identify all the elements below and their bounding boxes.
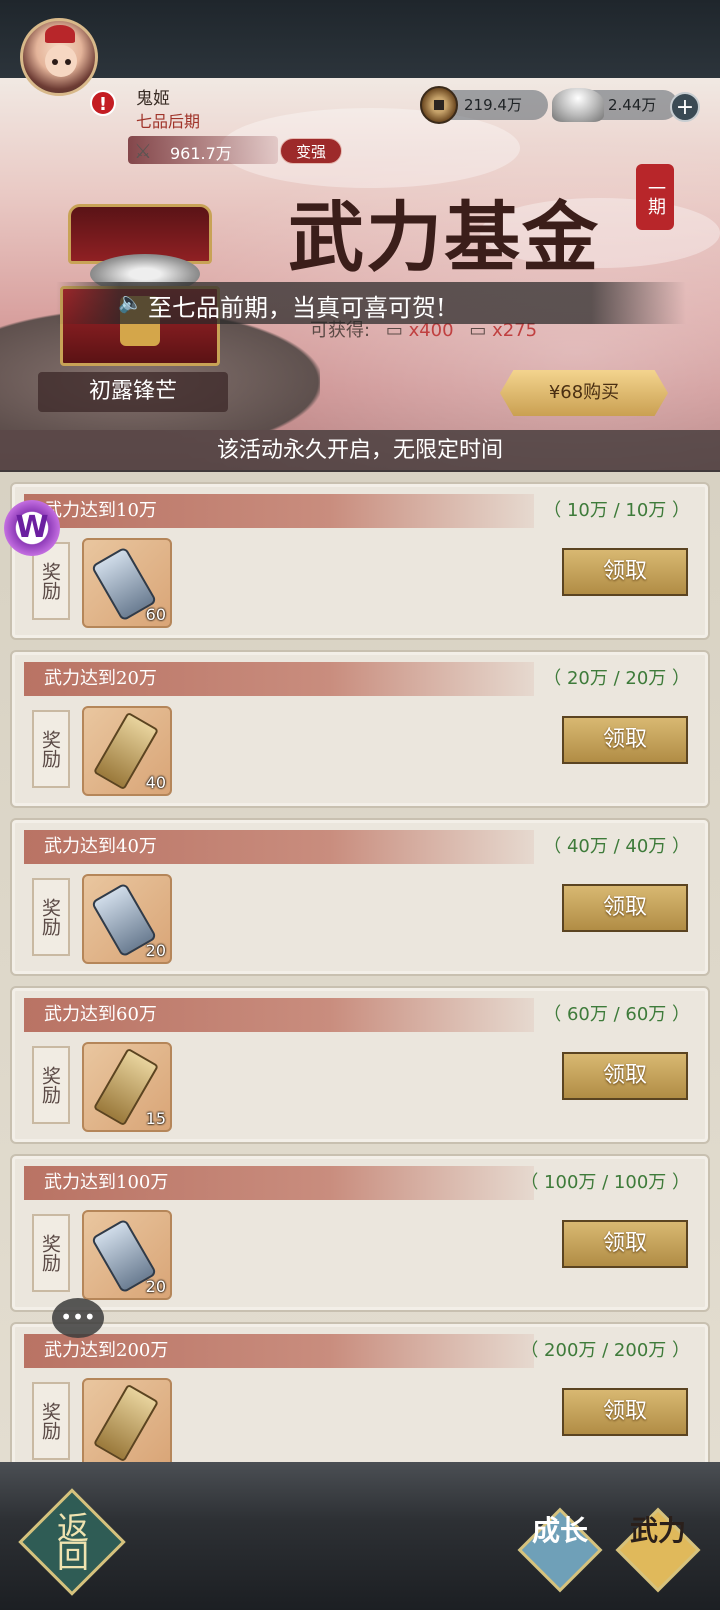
reward-card: 武力达到60万 （ 60万 / 60万 ） 奖励 15 领取 [10, 986, 710, 1144]
progress-text: （ 200万 / 200万 ） [520, 1340, 690, 1361]
progress-text: （ 10万 / 10万 ） [543, 500, 690, 521]
item-count: 60 [145, 605, 166, 624]
gold-scroll-icon [92, 1383, 160, 1462]
period-seal: 一期 [636, 164, 674, 230]
reward-card: 武力达到40万 （ 40万 / 40万 ） 奖励 20 领取 [10, 818, 710, 976]
reward-item[interactable]: 40 [82, 706, 172, 796]
marquee-text: 至七品前期，当真可喜可贺! [148, 294, 446, 322]
coin-amount: 219.4万 [464, 96, 522, 114]
strengthen-button[interactable]: 变强 [280, 138, 342, 164]
plus-icon[interactable]: + [670, 92, 700, 122]
silver-ingot-icon [552, 88, 604, 122]
condition-label: 武力达到10万 [24, 494, 534, 528]
condition-label: 武力达到40万 [24, 830, 534, 864]
condition-label: 武力达到60万 [24, 998, 534, 1032]
reward-item[interactable]: 20 [82, 874, 172, 964]
item-count: 15 [145, 1109, 166, 1128]
condition-label: 武力达到200万 [24, 1334, 534, 1368]
reward-card: 武力达到10万 （ 10万 / 10万 ） 奖励 60 领取 [10, 482, 710, 640]
item-count: 40 [145, 773, 166, 792]
ingot-amount: 2.44万 [608, 96, 657, 114]
reward-item[interactable]: 60 [82, 538, 172, 628]
condition-label: 武力达到100万 [24, 1166, 534, 1200]
back-label: 返回 [56, 1509, 89, 1575]
reward-label: 奖励 [32, 710, 70, 788]
reward-label: 奖励 [32, 878, 70, 956]
alert-icon[interactable]: ! [90, 90, 116, 116]
reward-label: 奖励 [32, 1214, 70, 1292]
tab-growth[interactable]: 成长 [517, 1507, 603, 1593]
reward-card: 武力达到200万 （ 200万 / 200万 ） 奖励 领取 [10, 1322, 710, 1462]
coin-icon [420, 86, 458, 124]
back-button[interactable]: 返回 [18, 1488, 128, 1598]
claim-button[interactable]: 领取 [562, 1052, 688, 1100]
speaker-icon: 🔈 [118, 290, 143, 314]
claim-button[interactable]: 领取 [562, 1220, 688, 1268]
claim-button[interactable]: 领取 [562, 716, 688, 764]
reward-card: 武力达到100万 （ 100万 / 100万 ） 奖励 20 领取 [10, 1154, 710, 1312]
progress-text: （ 40万 / 40万 ） [543, 836, 690, 857]
chat-icon[interactable]: ••• [52, 1298, 104, 1338]
announcement-marquee: 🔈 至七品前期，当真可喜可贺! [56, 282, 686, 324]
player-rank: 七品后期 [136, 112, 201, 131]
buy-button[interactable]: ¥68购买 [500, 370, 668, 416]
reward-item[interactable]: 15 [82, 1042, 172, 1132]
banner-title: 武力基金 [288, 193, 600, 282]
reward-list[interactable]: 武力达到10万 （ 10万 / 10万 ） 奖励 60 领取 武力达到20万 （… [0, 472, 720, 1462]
item-count: 20 [145, 1277, 166, 1296]
progress-text: （ 20万 / 20万 ） [543, 668, 690, 689]
player-avatar[interactable] [16, 14, 102, 106]
claim-button[interactable]: 领取 [562, 548, 688, 596]
claim-button[interactable]: 领取 [562, 884, 688, 932]
player-name: 鬼姬 [136, 89, 170, 109]
status-strip [0, 0, 720, 78]
crossed-swords-icon: ⚔ [134, 139, 152, 163]
reward-card: 武力达到20万 （ 20万 / 20万 ） 奖励 40 领取 [10, 650, 710, 808]
tab-power[interactable]: 武力 [615, 1507, 701, 1593]
item-count: 20 [145, 941, 166, 960]
progress-text: （ 100万 / 100万 ） [520, 1172, 690, 1193]
player-power: 961.7万 [170, 144, 232, 163]
tab-power-label: 武力 [629, 1514, 686, 1547]
watermark-logo-icon: W [4, 500, 60, 556]
chest-name: 初露锋芒 [38, 372, 228, 412]
tab-growth-label: 成长 [531, 1514, 588, 1547]
reward-item[interactable]: 20 [82, 1210, 172, 1300]
activity-notice: 该活动永久开启，无限定时间 [0, 430, 720, 472]
condition-label: 武力达到20万 [24, 662, 534, 696]
reward-item[interactable] [82, 1378, 172, 1462]
avatar [20, 18, 98, 96]
reward-label: 奖励 [32, 1382, 70, 1460]
progress-text: （ 60万 / 60万 ） [543, 1004, 690, 1025]
reward-label: 奖励 [32, 1046, 70, 1124]
claim-button[interactable]: 领取 [562, 1388, 688, 1436]
